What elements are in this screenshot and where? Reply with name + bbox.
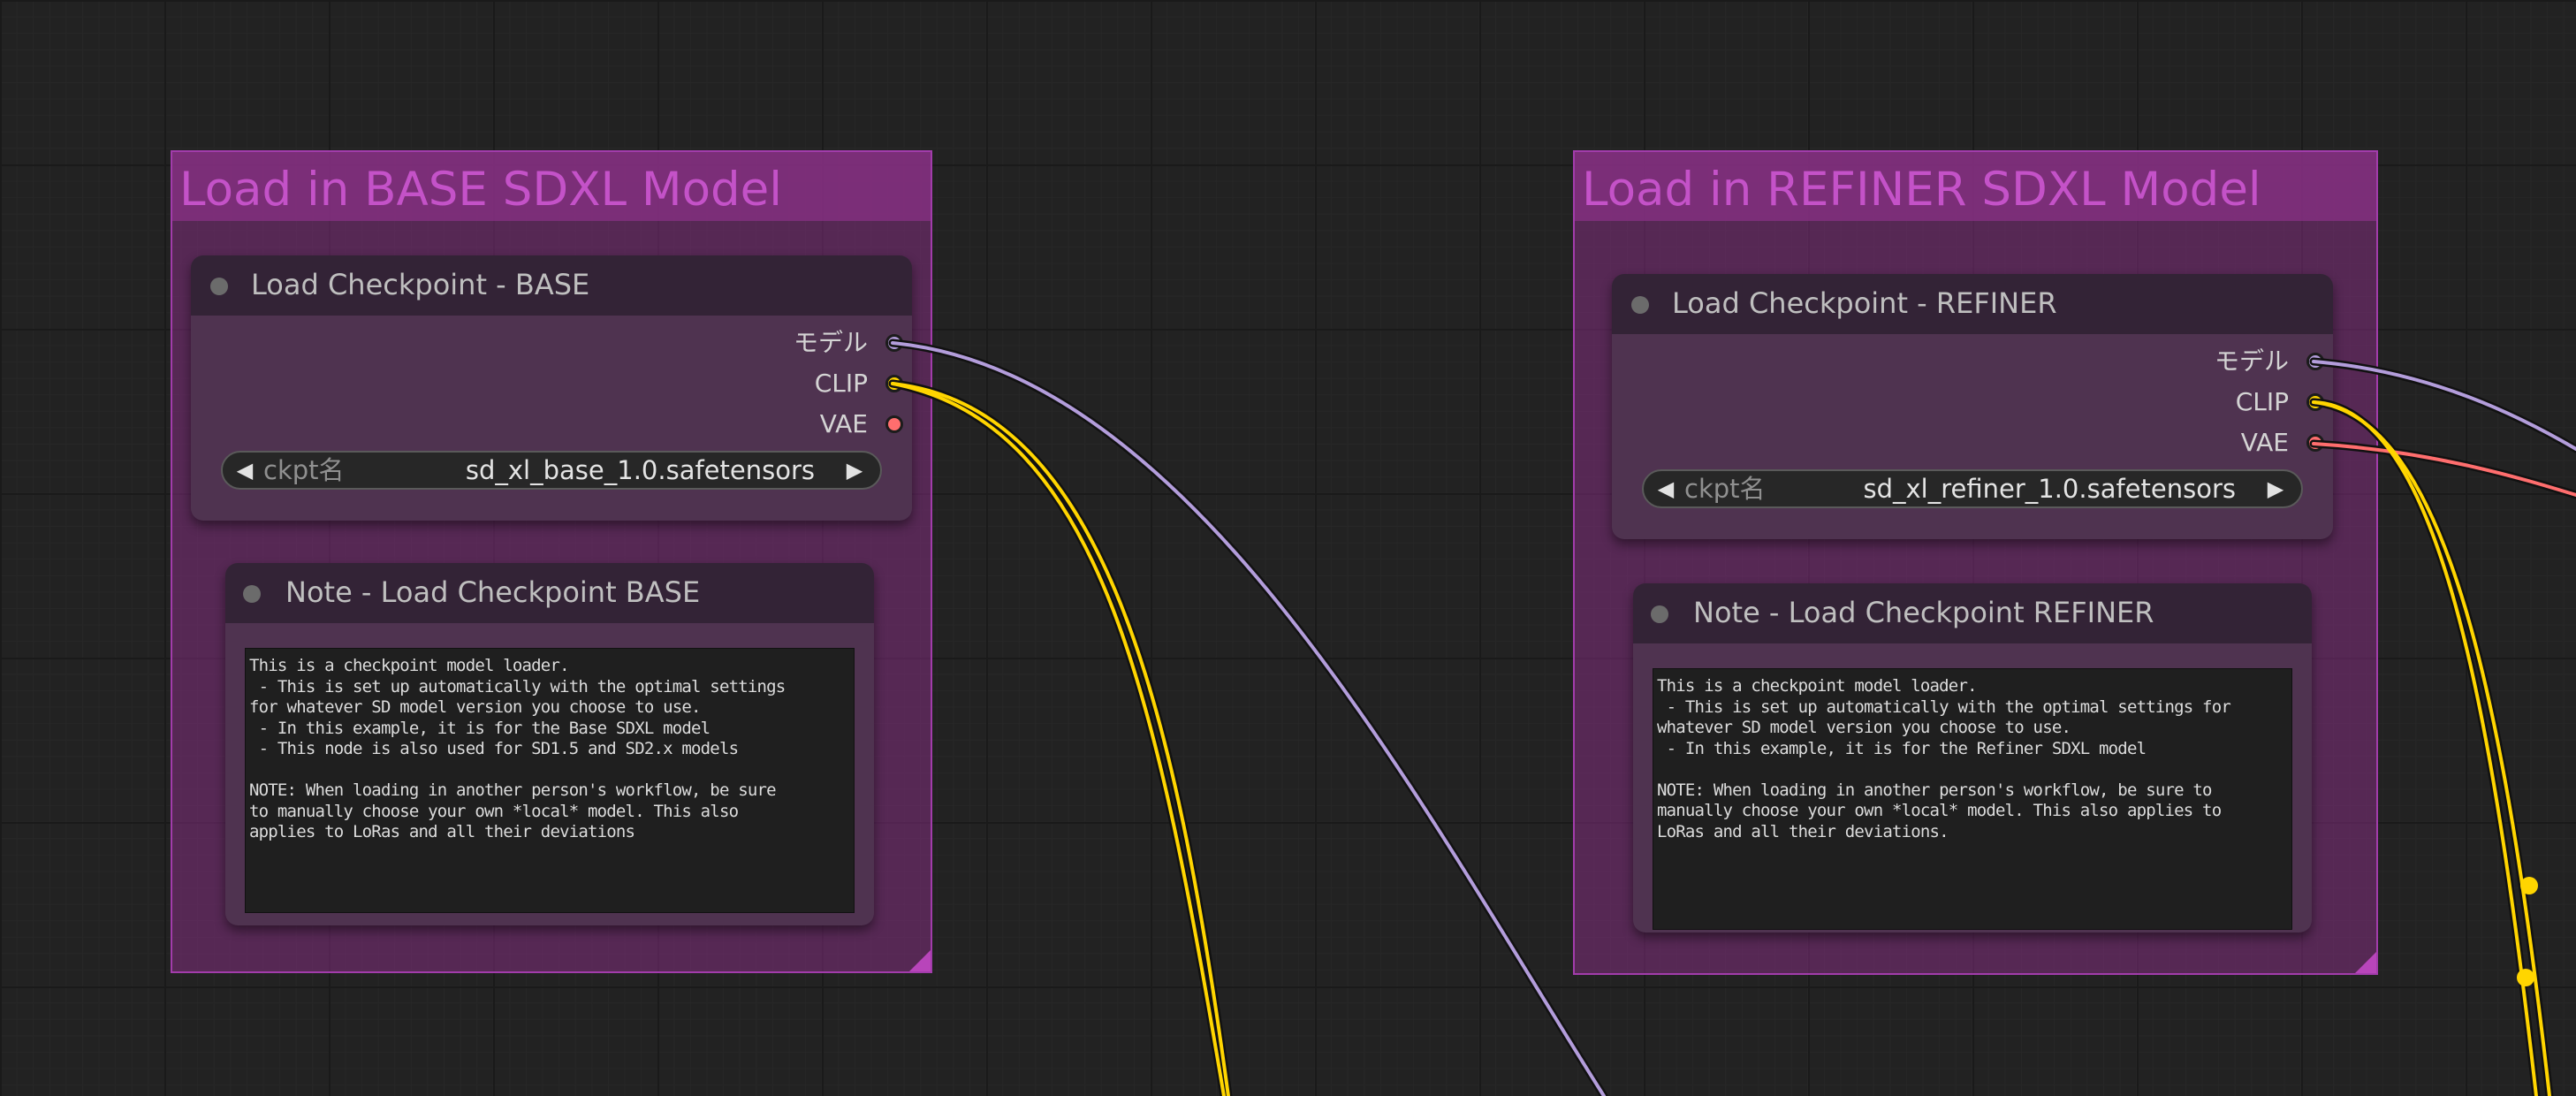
combo-left-arrow-icon[interactable]: ◀	[1653, 471, 1679, 506]
node-title: Load Checkpoint - REFINER	[1672, 286, 2057, 320]
ckpt-name-combo[interactable]: ◀ ckpt名 sd_xl_refiner_1.0.safetensors ▶	[1642, 469, 2303, 508]
collapse-dot-icon[interactable]	[1631, 296, 1649, 314]
node-note-refiner[interactable]: Note - Load Checkpoint REFINER This is a…	[1633, 583, 2312, 932]
ckpt-name-combo[interactable]: ◀ ckpt名 sd_xl_base_1.0.safetensors ▶	[221, 451, 882, 490]
wire-midpoint-dot	[2520, 877, 2538, 894]
output-vae[interactable]: VAE	[2086, 430, 2333, 456]
group-title: Load in REFINER SDXL Model	[1582, 163, 2261, 217]
node-title: Note - Load Checkpoint REFINER	[1693, 596, 2154, 629]
output-label: CLIP	[814, 369, 868, 398]
combo-left-arrow-icon[interactable]: ◀	[232, 453, 258, 488]
group-resize-handle[interactable]	[2355, 952, 2376, 973]
output-label: VAE	[2240, 428, 2289, 457]
collapse-dot-icon[interactable]	[210, 278, 228, 295]
output-clip[interactable]: CLIP	[2086, 389, 2333, 415]
node-title: Load Checkpoint - BASE	[251, 268, 590, 301]
output-clip[interactable]: CLIP	[665, 370, 912, 397]
wire-midpoint-dot	[2517, 969, 2534, 986]
wire-base-clip-1	[891, 382, 1230, 1096]
node-load-checkpoint-base[interactable]: Load Checkpoint - BASE モデル CLIP VAE ◀ ck…	[191, 255, 912, 521]
wire-base-model	[891, 341, 1606, 1096]
output-socket-model[interactable]	[2306, 353, 2324, 370]
output-vae[interactable]: VAE	[665, 411, 912, 438]
output-socket-model[interactable]	[885, 334, 903, 352]
note-textarea[interactable]: This is a checkpoint model loader. - Thi…	[1653, 668, 2292, 930]
node-header[interactable]: Load Checkpoint - BASE	[191, 255, 912, 316]
output-model[interactable]: モデル	[665, 330, 912, 356]
node-header[interactable]: Note - Load Checkpoint REFINER	[1633, 583, 2312, 643]
group-title: Load in BASE SDXL Model	[179, 163, 783, 217]
output-label: モデル	[793, 328, 868, 357]
node-note-base[interactable]: Note - Load Checkpoint BASE This is a ch…	[225, 563, 874, 925]
collapse-dot-icon[interactable]	[1651, 605, 1668, 623]
group-resize-handle[interactable]	[909, 950, 931, 971]
node-header[interactable]: Load Checkpoint - REFINER	[1612, 274, 2333, 334]
output-label: CLIP	[2235, 387, 2289, 416]
combo-right-arrow-icon[interactable]: ▶	[2262, 471, 2289, 506]
node-title: Note - Load Checkpoint BASE	[285, 575, 701, 609]
node-header[interactable]: Note - Load Checkpoint BASE	[225, 563, 874, 623]
output-label: VAE	[819, 409, 868, 438]
output-model[interactable]: モデル	[2086, 348, 2333, 375]
output-socket-clip[interactable]	[885, 375, 903, 392]
combo-label: ckpt名	[1684, 474, 1766, 504]
group-header[interactable]: Load in REFINER SDXL Model	[1575, 152, 2376, 221]
group-header[interactable]: Load in BASE SDXL Model	[172, 152, 931, 221]
combo-right-arrow-icon[interactable]: ▶	[841, 453, 868, 488]
combo-value[interactable]: sd_xl_base_1.0.safetensors	[466, 453, 815, 488]
output-socket-vae[interactable]	[2306, 434, 2324, 452]
combo-value[interactable]: sd_xl_refiner_1.0.safetensors	[1863, 471, 2236, 506]
node-load-checkpoint-refiner[interactable]: Load Checkpoint - REFINER モデル CLIP VAE ◀…	[1612, 274, 2333, 539]
combo-label: ckpt名	[263, 455, 345, 485]
output-label: モデル	[2214, 346, 2289, 376]
output-socket-vae[interactable]	[885, 415, 903, 433]
collapse-dot-icon[interactable]	[243, 585, 261, 603]
note-textarea[interactable]: This is a checkpoint model loader. - Thi…	[245, 648, 855, 913]
output-socket-clip[interactable]	[2306, 393, 2324, 411]
wire-base-clip-2	[891, 382, 1226, 1096]
